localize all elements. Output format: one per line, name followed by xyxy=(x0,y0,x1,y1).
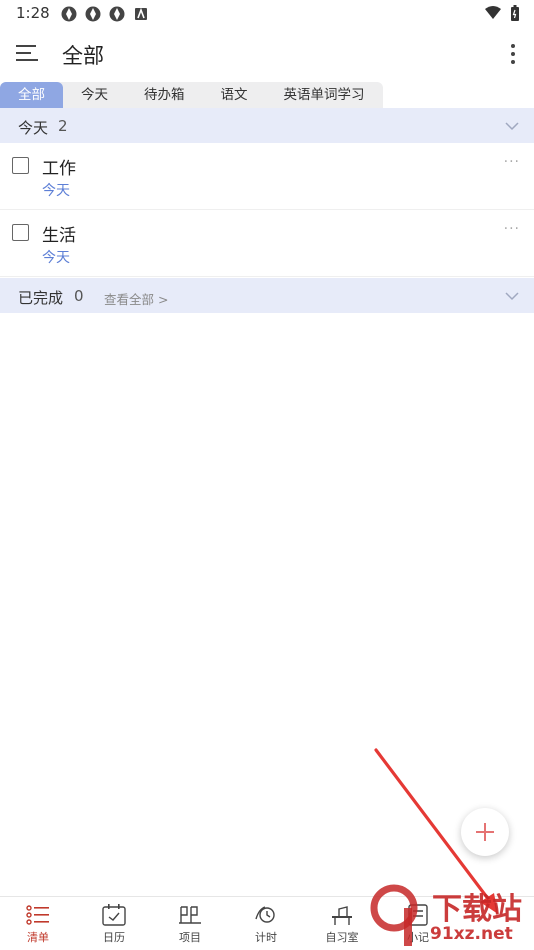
task-item[interactable]: 工作 今天 ··· xyxy=(0,144,534,210)
task-more-button[interactable]: ··· xyxy=(504,221,520,237)
section-title: 今天 xyxy=(18,119,49,137)
more-options-button[interactable] xyxy=(508,40,518,68)
nav-item-project[interactable]: 项目 xyxy=(152,897,228,950)
list-icon xyxy=(26,905,49,925)
status-system-icons xyxy=(484,5,520,22)
section-title: 已完成 xyxy=(18,289,64,307)
tab-inbox[interactable]: 待办箱 xyxy=(126,82,203,108)
wifi-icon xyxy=(485,6,501,19)
task-checkbox[interactable] xyxy=(12,157,29,174)
section-count: 2 xyxy=(58,117,68,135)
app-icon xyxy=(61,6,77,22)
task-item[interactable]: 生活 今天 ··· xyxy=(0,211,534,277)
task-checkbox[interactable] xyxy=(12,224,29,241)
nav-label: 日历 xyxy=(103,931,125,944)
status-bar: 1:28 xyxy=(0,0,534,28)
nav-item-timer[interactable]: 计时 xyxy=(228,897,304,950)
status-time: 1:28 xyxy=(16,4,50,22)
timer-icon xyxy=(255,906,275,923)
battery-icon xyxy=(511,5,519,21)
nav-label: 清单 xyxy=(27,931,49,944)
tab-all[interactable]: 全部 xyxy=(0,82,63,108)
category-tabs: 全部 今天 待办箱 语文 英语单词学习 xyxy=(0,82,383,108)
nav-label: 计时 xyxy=(255,931,277,944)
hamburger-icon xyxy=(16,45,38,61)
tab-chinese[interactable]: 语文 xyxy=(203,82,266,108)
status-notification-icons xyxy=(60,5,150,23)
chevron-down-icon xyxy=(505,292,519,301)
plus-icon xyxy=(476,823,494,841)
study-room-icon xyxy=(332,906,352,925)
tab-english-vocab[interactable]: 英语单词学习 xyxy=(266,82,383,108)
task-due-date: 今天 xyxy=(42,250,70,266)
section-done-header[interactable]: 已完成 0 查看全部 > xyxy=(0,278,534,313)
project-icon xyxy=(179,906,201,924)
task-title: 生活 xyxy=(42,226,76,246)
app-icon xyxy=(85,6,101,22)
keyboard-icon xyxy=(135,7,147,20)
app-header: 全部 xyxy=(0,28,534,80)
chevron-down-icon xyxy=(505,122,519,131)
nav-label: 项目 xyxy=(179,931,201,944)
task-due-date: 今天 xyxy=(42,183,70,199)
site-watermark: 下载站 91xz.net xyxy=(360,880,534,950)
tab-today[interactable]: 今天 xyxy=(63,82,126,108)
watermark-text: 下载站 xyxy=(432,892,522,927)
add-task-button[interactable] xyxy=(461,808,509,856)
calendar-icon xyxy=(102,904,126,926)
section-count: 0 xyxy=(74,287,84,305)
task-title: 工作 xyxy=(42,159,76,179)
watermark-logo-icon xyxy=(370,884,418,946)
page-title: 全部 xyxy=(62,44,104,68)
view-all-link[interactable]: 查看全部 > xyxy=(104,289,168,308)
vertical-dots-icon xyxy=(511,44,515,64)
section-today-header[interactable]: 今天 2 xyxy=(0,108,534,143)
app-icon xyxy=(109,6,125,22)
watermark-url: 91xz.net xyxy=(430,924,513,944)
nav-item-list[interactable]: 清单 xyxy=(0,897,76,950)
nav-item-calendar[interactable]: 日历 xyxy=(76,897,152,950)
menu-button[interactable] xyxy=(14,42,40,64)
task-more-button[interactable]: ··· xyxy=(504,154,520,170)
